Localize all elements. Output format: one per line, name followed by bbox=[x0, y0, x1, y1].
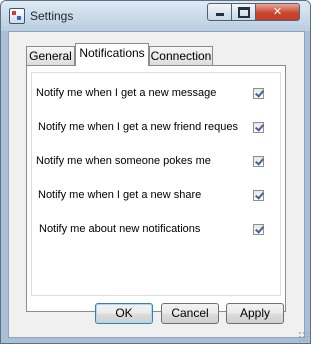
notify-new-notifications-label: Notify me about new notifications bbox=[39, 223, 201, 235]
notify-poke-checkbox[interactable] bbox=[253, 156, 264, 167]
resize-grip[interactable] bbox=[298, 331, 308, 341]
close-button[interactable]: ✕ bbox=[255, 3, 300, 21]
dialog-client-area: General Notifications Connection Notify … bbox=[8, 31, 305, 338]
maximize-icon bbox=[237, 7, 250, 18]
tab-connection[interactable]: Connection bbox=[149, 46, 213, 66]
notify-new-notifications-checkbox[interactable] bbox=[253, 224, 264, 235]
notify-new-share-checkbox[interactable] bbox=[253, 190, 264, 201]
ok-button[interactable]: OK bbox=[95, 303, 153, 324]
notify-friend-request-label: Notify me when I get a new friend reques bbox=[38, 121, 238, 133]
notify-new-message-checkbox[interactable] bbox=[253, 88, 264, 99]
window-title: Settings bbox=[30, 9, 74, 23]
maximize-button[interactable] bbox=[231, 3, 256, 21]
minimize-button[interactable] bbox=[207, 3, 232, 21]
title-bar[interactable]: Settings ✕ bbox=[1, 1, 310, 31]
app-icon[interactable] bbox=[9, 8, 25, 24]
notifications-group: Notify me when I get a new message Notif… bbox=[31, 72, 281, 296]
apply-button[interactable]: Apply bbox=[226, 303, 284, 324]
tab-notifications[interactable]: Notifications bbox=[75, 43, 149, 66]
notify-new-share-label: Notify me when I get a new share bbox=[38, 189, 202, 201]
notify-poke-label: Notify me when someone pokes me bbox=[36, 155, 211, 167]
minimize-icon bbox=[215, 13, 224, 16]
notify-new-message-label: Notify me when I get a new message bbox=[36, 87, 217, 99]
notifications-tab-panel: Notify me when I get a new message Notif… bbox=[26, 65, 286, 312]
settings-window: Settings ✕ General Notifications Connect… bbox=[0, 0, 311, 344]
cancel-button[interactable]: Cancel bbox=[161, 303, 219, 324]
close-icon: ✕ bbox=[272, 6, 283, 18]
tab-general[interactable]: General bbox=[26, 46, 75, 66]
notify-friend-request-checkbox[interactable] bbox=[253, 122, 264, 133]
